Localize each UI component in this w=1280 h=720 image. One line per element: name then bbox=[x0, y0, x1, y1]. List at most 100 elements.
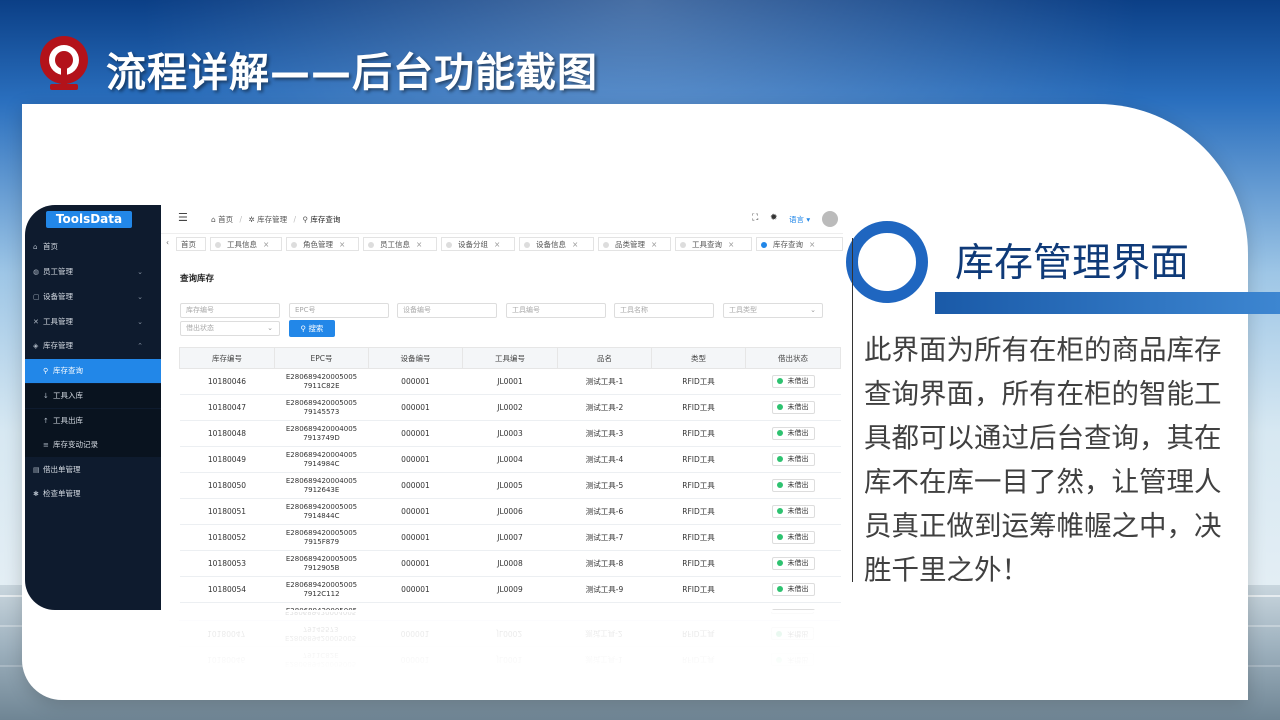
screenshot-reflection: 10180046 E280689420005005 7911C82E 000001 JL… bbox=[179, 612, 841, 672]
table-cell: 测试工具-2 bbox=[556, 620, 652, 647]
table-row[interactable]: 10180047 E280689420005005 79145573 000001 JL… bbox=[179, 620, 840, 647]
table-cell: 10180047 bbox=[179, 620, 274, 647]
sidebar-item-5[interactable]: ⚲ 库存查询 bbox=[25, 359, 161, 383]
tab-3[interactable]: 员工信息 × bbox=[363, 237, 437, 251]
close-icon[interactable]: × bbox=[263, 240, 269, 249]
close-icon[interactable]: × bbox=[728, 240, 734, 249]
close-icon[interactable]: × bbox=[416, 240, 422, 249]
table-cell: 000001 bbox=[368, 550, 463, 577]
sidebar-item-3[interactable]: ✕ 工具管理 ⌄ bbox=[25, 310, 161, 334]
table-row[interactable]: 10180049 E280689420004005 7914984C 000001 JL… bbox=[179, 446, 841, 473]
epc-line: E280689420005005 bbox=[285, 634, 357, 643]
main-content: 查询库存 库存编号 EPC号 设备编号 工具编号 工具名称 工具类型 ⌄ 借出状态 ⌄ ⚲ 搜索… bbox=[161, 253, 843, 610]
filter-input-0[interactable]: 库存编号 bbox=[180, 303, 280, 318]
tab-7[interactable]: 工具查询 × bbox=[675, 237, 752, 251]
epc-line: E280689420004005 bbox=[285, 450, 358, 459]
close-icon[interactable]: × bbox=[651, 240, 657, 249]
status-cell: 未借出 bbox=[745, 394, 841, 421]
tab-8[interactable]: 库存查询 × bbox=[756, 237, 843, 251]
tab-2[interactable]: 角色管理 × bbox=[286, 237, 359, 251]
fullscreen-icon[interactable]: ⛶ bbox=[752, 213, 758, 223]
table-row[interactable]: 10180047 E280689420005005 79145573 000001 JL… bbox=[179, 394, 841, 421]
column-header[interactable]: 工具编号 bbox=[462, 347, 558, 369]
sidebar-item-label: 库存查询 bbox=[53, 366, 83, 375]
epc-line: E280689420005005 bbox=[285, 580, 358, 589]
status-badge: 未借出 bbox=[771, 427, 815, 440]
nav-icon: ≡ bbox=[43, 441, 49, 449]
status-cell: 未借出 bbox=[745, 576, 841, 603]
table-row[interactable]: 10180048E2806894200040057913749D000001JL… bbox=[179, 420, 841, 447]
close-icon[interactable]: × bbox=[494, 240, 500, 249]
placeholder: EPC号 bbox=[295, 306, 316, 314]
chevron-left-icon[interactable]: ‹ bbox=[166, 238, 169, 247]
breadcrumb-item-inventory[interactable]: 库存管理 bbox=[257, 215, 287, 224]
table-cell: 000001 bbox=[368, 368, 463, 395]
search-button[interactable]: ⚲ 搜索 bbox=[289, 320, 335, 337]
language-select[interactable]: 语言 ▾ bbox=[789, 214, 810, 225]
tab-1[interactable]: 工具信息 × bbox=[210, 237, 282, 251]
status-badge: 未借出 bbox=[771, 375, 815, 388]
status-cell: 未借出 bbox=[745, 446, 841, 473]
epc-cell: E280689420005005 79145573 bbox=[273, 620, 368, 647]
sidebar-item-2[interactable]: ▢ 设备管理 ⌄ bbox=[25, 285, 161, 309]
epc-line: 7913749D bbox=[303, 433, 340, 442]
status-dot bbox=[776, 508, 783, 514]
sidebar-item-8[interactable]: ≡ 库存变动记录 bbox=[25, 433, 161, 457]
close-icon[interactable]: × bbox=[339, 240, 345, 249]
column-header[interactable]: 借出状态 bbox=[745, 347, 841, 369]
chevron-down-icon: ⌄ bbox=[267, 324, 273, 332]
table-row[interactable]: 10180050 E280689420004005 7912643E 000001 JL… bbox=[179, 472, 841, 499]
nav-icon: ⚲ bbox=[43, 367, 49, 375]
placeholder: 库存编号 bbox=[186, 306, 214, 314]
status-badge: 未借出 bbox=[771, 557, 815, 570]
table-row[interactable]: 10180054 E280689420005005 7912C112 000001 JL… bbox=[179, 576, 841, 603]
filter-input-1[interactable]: EPC号 bbox=[289, 303, 389, 318]
table-row[interactable]: 10180052 E280689420005005 7915F879 000001 JL… bbox=[179, 524, 841, 551]
settings-icon[interactable]: ✹ bbox=[770, 213, 778, 223]
filter-input-5[interactable]: 工具类型 ⌄ bbox=[723, 303, 823, 318]
tab-label: 设备分组 bbox=[458, 240, 488, 249]
table-cell: RFID工具 bbox=[651, 368, 746, 395]
table-cell: RFID工具 bbox=[651, 576, 746, 603]
table-cell: JL0003 bbox=[462, 420, 558, 447]
table-cell: 10180054 bbox=[179, 576, 275, 603]
table-row[interactable]: 10180048E2806894200040057913749D000001JL… bbox=[179, 612, 840, 621]
sidebar-item-10[interactable]: ✱ 检查单管理 bbox=[25, 482, 161, 506]
sidebar-item-4[interactable]: ◈ 库存管理 ⌃ bbox=[25, 334, 161, 358]
sidebar-item-9[interactable]: ▤ 借出单管理 bbox=[25, 458, 161, 482]
nav-icon: ↑ bbox=[43, 417, 49, 425]
epc-line: E280689420005005 bbox=[285, 660, 357, 669]
tab-4[interactable]: 设备分组 × bbox=[441, 237, 515, 251]
tab-label: 品类管理 bbox=[615, 240, 645, 249]
tab-5[interactable]: 设备信息 × bbox=[519, 237, 594, 251]
table-cell: RFID工具 bbox=[651, 550, 746, 577]
tab-6[interactable]: 品类管理 × bbox=[598, 237, 671, 251]
hamburger-icon[interactable]: ☰ bbox=[178, 211, 188, 224]
close-icon[interactable]: × bbox=[572, 240, 578, 249]
table-row[interactable]: 10180046 E280689420005005 7911C82E 000001 JL… bbox=[179, 646, 840, 672]
filter-input-4[interactable]: 工具名称 bbox=[614, 303, 714, 318]
column-header[interactable]: 设备编号 bbox=[368, 347, 463, 369]
search-icon: ⚲ bbox=[302, 215, 308, 224]
tab-0[interactable]: 首页 bbox=[176, 237, 206, 251]
column-header[interactable]: 库存编号 bbox=[179, 347, 275, 369]
sidebar-item-7[interactable]: ↑ 工具出库 bbox=[25, 409, 161, 433]
sidebar-item-1[interactable]: ◍ 员工管理 ⌄ bbox=[25, 260, 161, 284]
table-row[interactable]: 10180046 E280689420005005 7911C82E 000001 JL… bbox=[179, 368, 841, 395]
filter-input-3[interactable]: 工具编号 bbox=[506, 303, 606, 318]
column-header[interactable]: 类型 bbox=[651, 347, 746, 369]
filter-input-6[interactable]: 借出状态 ⌄ bbox=[180, 321, 280, 336]
table-row[interactable]: 10180051 E280689420005005 7914844C 000001 JL… bbox=[179, 498, 841, 525]
column-header[interactable]: EPC号 bbox=[274, 347, 369, 369]
table-row[interactable]: 10180055E2806894200050057912C0FE000001JL… bbox=[179, 602, 841, 610]
table-cell: 测试工具-9 bbox=[557, 576, 652, 603]
breadcrumb-item-home[interactable]: 首页 bbox=[218, 215, 233, 224]
table-row[interactable]: 10180053 E280689420005005 7912905B 000001 JL… bbox=[179, 550, 841, 577]
column-header[interactable]: 品名 bbox=[557, 347, 652, 369]
filter-input-2[interactable]: 设备编号 bbox=[397, 303, 497, 318]
sidebar-item-6[interactable]: ↓ 工具入库 bbox=[25, 384, 161, 408]
sidebar-item-0[interactable]: ⌂ 首页 bbox=[25, 235, 161, 259]
epc-line: E280689420005005 bbox=[285, 372, 358, 381]
status-cell: 未借出 bbox=[745, 498, 841, 525]
close-icon[interactable]: × bbox=[809, 240, 815, 249]
